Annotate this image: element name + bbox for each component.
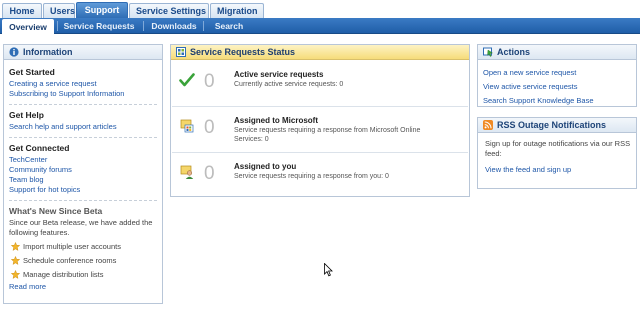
rss-panel-header: RSS Outage Notifications [478,118,636,133]
information-panel: Information Get Started Creating a servi… [3,44,163,304]
actions-icon [483,47,494,59]
view-active-requests-link[interactable]: View active service requests [483,80,631,94]
rss-icon [483,120,493,132]
whats-new-title: What's New Since Beta [9,206,103,216]
you-title: Assigned to you [234,162,297,171]
team-blog-link[interactable]: Team blog [9,175,157,185]
subnav-divider [203,21,204,31]
info-icon [9,47,19,59]
subscribing-support-link[interactable]: Subscribing to Support Information [9,89,157,99]
assigned-user-icon [179,164,195,182]
rss-panel: RSS Outage Notifications Sign up for out… [477,117,637,189]
creating-service-request-link[interactable]: Creating a service request [9,79,157,89]
section-divider [9,104,157,105]
tab-migration[interactable]: Migration [210,3,264,18]
subtab-overview[interactable]: Overview [2,19,54,34]
feature-item: Manage distribution lists [9,268,157,282]
information-panel-header: Information [4,45,162,60]
status-row-active: 0 Active service requests Currently acti… [172,62,468,107]
microsoft-desc: Service requests requiring a response fr… [234,127,421,143]
feature-label: Manage distribution lists [23,270,104,279]
top-navigation: Home Users Support Service Settings Migr… [0,0,640,18]
community-forums-link[interactable]: Community forums [9,165,157,175]
you-count: 0 [204,163,215,184]
service-requests-status-panel: Service Requests Status 0 Active service… [170,44,470,197]
hot-topics-link[interactable]: Support for hot topics [9,185,157,195]
view-feed-link[interactable]: View the feed and sign up [485,165,631,175]
tab-home[interactable]: Home [2,3,42,18]
tab-support[interactable]: Support [76,2,128,18]
actions-panel: Actions Open a new service request View … [477,44,637,107]
subnav-divider [143,21,144,31]
subnav-divider [57,21,58,31]
whats-new-intro: Since our Beta release, we have added th… [9,218,153,237]
subtab-service-requests[interactable]: Service Requests [60,18,138,34]
actions-title: Actions [497,47,531,57]
mouse-cursor-icon [324,262,334,279]
active-title: Active service requests [234,70,324,79]
rss-description: Sign up for outage notifications via our… [485,139,631,158]
feature-label: Import multiple user accounts [23,242,121,251]
feature-star-icon [10,269,21,284]
feature-item: Schedule conference rooms [9,254,157,268]
status-row-microsoft: 0 Assigned to Microsoft Service requests… [172,108,468,153]
actions-panel-header: Actions [478,45,636,60]
section-divider [9,137,157,138]
section-divider [9,200,157,201]
rss-title: RSS Outage Notifications [497,120,607,130]
feature-label: Schedule conference rooms [23,256,117,265]
open-service-request-link[interactable]: Open a new service request [483,66,631,80]
information-title: Information [23,47,73,57]
tab-users[interactable]: Users [43,3,75,18]
get-connected-title: Get Connected [9,143,70,153]
search-knowledge-base-link[interactable]: Search Support Knowledge Base [483,94,631,108]
get-help-title: Get Help [9,110,44,120]
search-help-link[interactable]: Search help and support articles [9,122,157,132]
status-panel-title: Service Requests Status [190,47,296,57]
tab-service-settings[interactable]: Service Settings [129,3,209,18]
active-desc: Currently active service requests: 0 [234,81,344,88]
microsoft-count: 0 [204,117,215,138]
feature-item: Import multiple user accounts [9,240,157,254]
sub-navigation: Overview Service Requests Downloads Sear… [0,18,640,34]
active-count: 0 [204,71,215,92]
techcenter-link[interactable]: TechCenter [9,155,157,165]
read-more-link[interactable]: Read more [9,282,157,292]
status-panel-header: Service Requests Status [171,45,469,60]
subtab-downloads[interactable]: Downloads [148,18,200,34]
assigned-microsoft-icon [179,118,195,136]
microsoft-title: Assigned to Microsoft [234,116,319,125]
get-started-title: Get Started [9,67,55,77]
you-desc: Service requests requiring a response fr… [234,173,389,180]
check-icon [179,72,195,90]
status-row-you: 0 Assigned to you Service requests requi… [172,154,468,199]
subtab-search[interactable]: Search [208,18,250,34]
status-panel-icon [176,47,186,59]
